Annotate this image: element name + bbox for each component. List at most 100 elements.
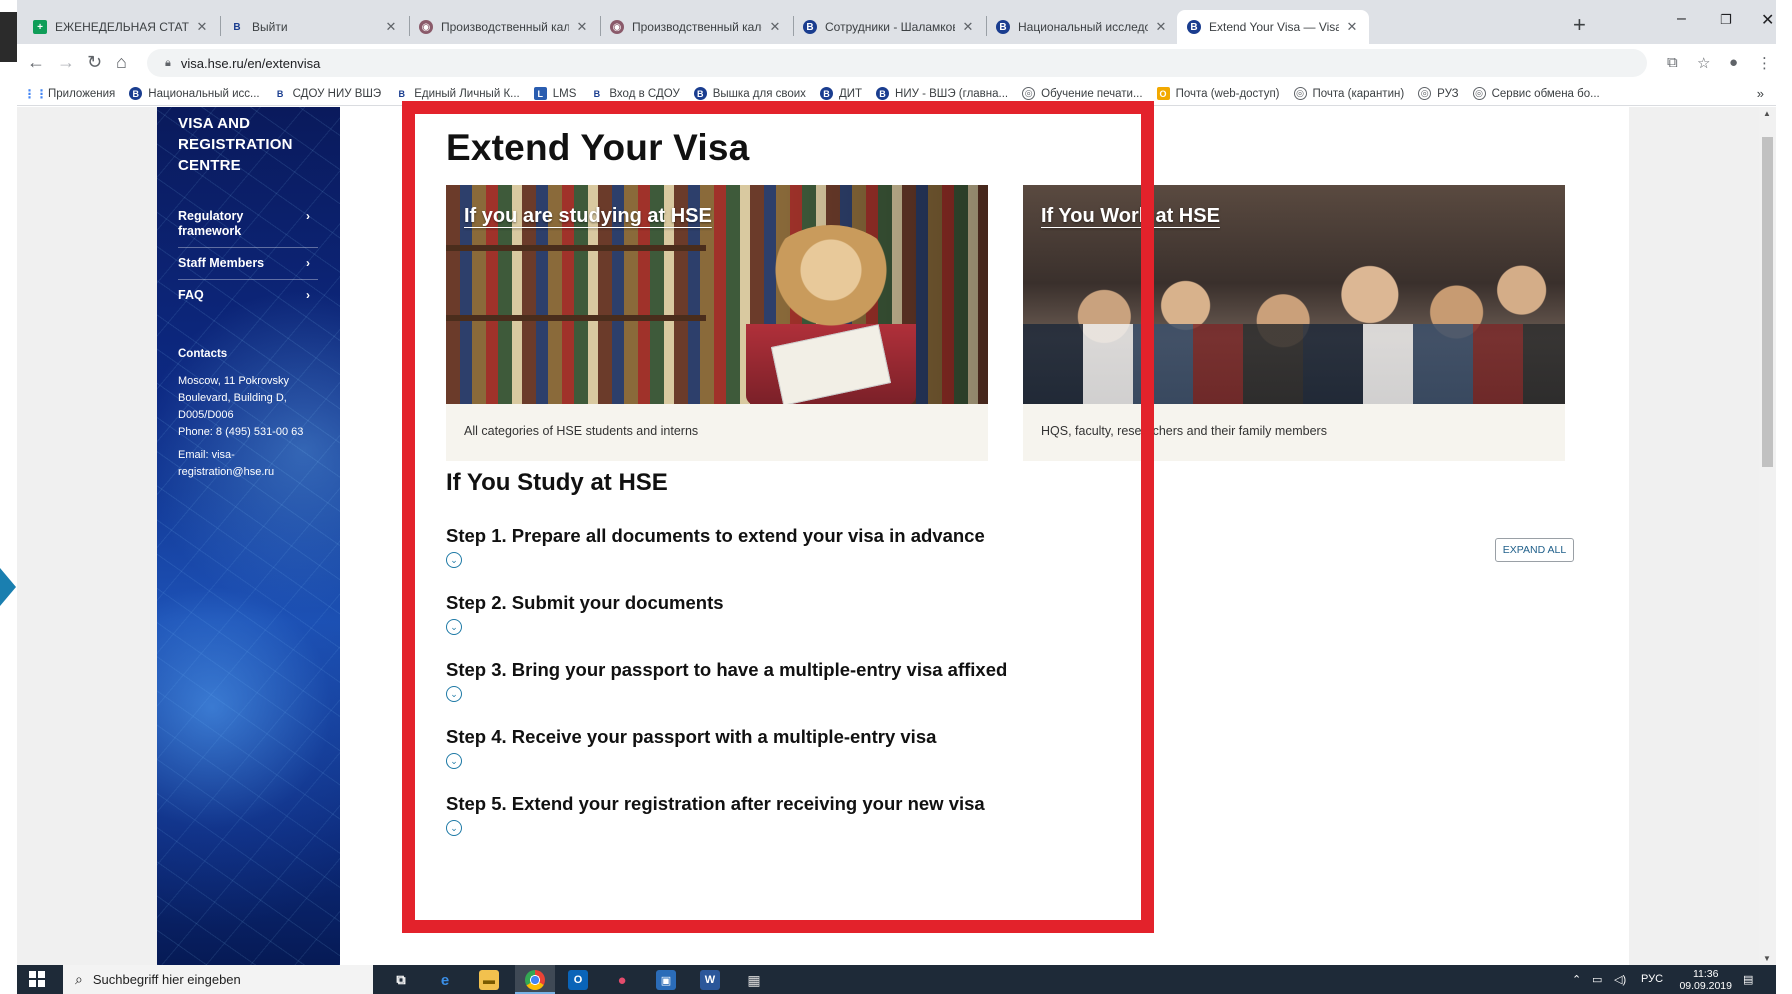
page-body: VISA AND REGISTRATION CENTRE Regulatory … (157, 107, 1629, 965)
clock[interactable]: 11:36 09.09.2019 (1679, 968, 1732, 992)
tab-extend-visa[interactable]: B Extend Your Visa — Visa and Reg ✕ (1177, 10, 1369, 44)
forward-icon[interactable]: → (57, 52, 75, 73)
bookmark-star-icon[interactable]: ☆ (1697, 54, 1710, 72)
chevron-right-icon: › (306, 256, 310, 270)
bookmark-item[interactable]: ◎ Почта (карантин) (1293, 87, 1404, 100)
step-title[interactable]: Step 5. Extend your registration after r… (446, 793, 985, 815)
translate-icon[interactable]: ⧉ (1667, 54, 1678, 71)
word-icon[interactable]: W (700, 970, 720, 990)
tab-research-university[interactable]: B Национальный исследовательский ✕ (986, 10, 1178, 44)
back-icon[interactable]: ← (27, 52, 45, 73)
step-title[interactable]: Step 2. Submit your documents (446, 592, 724, 614)
chevron-down-icon[interactable]: ⌄ (446, 820, 462, 836)
close-icon[interactable]: ✕ (384, 19, 398, 35)
file-explorer-icon[interactable]: ▬ (479, 970, 499, 990)
tray-chevron-icon[interactable]: ⌃ (1572, 973, 1581, 986)
bookmark-item[interactable]: B ДИТ (819, 87, 862, 100)
calculator-icon[interactable]: ▦ (744, 970, 764, 990)
shelf (446, 315, 706, 321)
page-scrollbar[interactable]: ▲ ▼ (1759, 107, 1776, 965)
close-icon[interactable]: ✕ (195, 19, 209, 35)
bookmark-item[interactable]: ◎ Обучение печати... (1022, 87, 1143, 100)
expand-all-button[interactable]: EXPAND ALL (1495, 538, 1574, 562)
bookmark-item[interactable]: B Вход в СДОУ (590, 87, 680, 100)
bookmarks-overflow-icon[interactable]: » (1757, 86, 1764, 101)
bookmark-item[interactable]: B Национальный исс... (129, 87, 260, 100)
card-studying[interactable]: If you are studying at HSE All categorie… (446, 185, 988, 461)
edge-icon[interactable]: e (435, 970, 455, 990)
bookmark-item[interactable]: O Почта (web-доступ) (1156, 87, 1280, 100)
step-title[interactable]: Step 4. Receive your passport with a mul… (446, 726, 936, 748)
tab-calendar-1[interactable]: ◉ Производственный календарь ✕ (409, 10, 599, 44)
scroll-up-icon[interactable]: ▲ (1763, 109, 1771, 118)
tab-calendar-2[interactable]: ◉ Производственный календарь ✕ (600, 10, 792, 44)
chevron-down-icon[interactable]: ⌄ (446, 619, 462, 635)
close-icon[interactable]: ✕ (1154, 19, 1168, 35)
bookmark-apps[interactable]: ⋮⋮ Приложения (24, 87, 116, 101)
maps-icon[interactable]: ● (612, 970, 632, 990)
scroll-thumb[interactable] (1762, 137, 1773, 467)
chevron-down-icon[interactable]: ⌄ (446, 753, 462, 769)
task-view-icon[interactable]: ⧉ (391, 970, 411, 990)
scroll-down-icon[interactable]: ▼ (1763, 954, 1771, 963)
volume-icon[interactable]: ◁) (1614, 973, 1626, 986)
close-icon[interactable]: ✕ (768, 19, 782, 35)
bookmark-item[interactable]: ◎ Сервис обмена бо... (1472, 87, 1600, 100)
close-icon[interactable]: ✕ (1345, 19, 1359, 35)
step-5: Step 5. Extend your registration after r… (446, 793, 985, 836)
mail-icon: O (1156, 87, 1170, 100)
bookmarks-bar: ⋮⋮ Приложения B Национальный исс... B СД… (17, 82, 1776, 106)
contacts-phone: Phone: 8 (495) 531-00 63 (178, 426, 304, 438)
network-icon[interactable]: ▭ (1592, 973, 1602, 986)
bookmark-item[interactable]: B СДОУ НИУ ВШЭ (274, 87, 381, 100)
notifications-icon[interactable]: ▤ (1743, 973, 1753, 986)
taskbar-search[interactable]: ⌕ Suchbegriff hier eingeben (63, 965, 373, 994)
menu-dots-icon[interactable]: ⋮ (1757, 54, 1772, 72)
bookmark-item[interactable]: L LMS (533, 87, 576, 100)
outlook-icon[interactable]: O (568, 970, 588, 990)
bookmark-item[interactable]: B Единый Личный К... (395, 87, 519, 100)
minimize-icon[interactable]: – (1677, 10, 1686, 28)
card-working[interactable]: If You Work at HSE HQS, faculty, researc… (1023, 185, 1565, 461)
step-title[interactable]: Step 3. Bring your passport to have a mu… (446, 659, 1007, 681)
site-title[interactable]: VISA AND REGISTRATION CENTRE (178, 113, 328, 176)
contacts-email[interactable]: Email: visa-registration@hse.ru (178, 447, 323, 481)
address-bar[interactable]: 🔒︎ visa.hse.ru/en/extenvisa (147, 49, 1647, 77)
sidebar-item-staff-members[interactable]: Staff Members › (178, 248, 318, 280)
close-icon[interactable]: ✕ (575, 19, 589, 35)
page-title: Extend Your Visa (446, 127, 750, 168)
slide-arrow-marker (0, 568, 16, 606)
search-icon: ⌕ (75, 971, 83, 987)
profile-icon[interactable]: ● (1729, 54, 1738, 71)
step-title[interactable]: Step 1. Prepare all documents to extend … (446, 525, 985, 547)
hse-icon: B (803, 20, 817, 34)
sidebar-item-regulatory-framework[interactable]: Regulatory framework › (178, 201, 318, 248)
tab-weekly-stats[interactable]: + ЕЖЕНЕДЕЛЬНАЯ СТАТИСТИКА ✕ (23, 10, 219, 44)
close-icon[interactable]: ✕ (961, 19, 975, 35)
bookmark-item[interactable]: ◎ РУЗ (1418, 87, 1459, 100)
chrome-icon[interactable] (525, 970, 545, 990)
hse-b-icon: B (593, 88, 601, 99)
close-window-icon[interactable]: ✕ (1761, 10, 1774, 30)
card-title[interactable]: If You Work at HSE (1041, 205, 1220, 228)
chevron-down-icon[interactable]: ⌄ (446, 552, 462, 568)
step-4: Step 4. Receive your passport with a mul… (446, 726, 936, 769)
bookmark-item[interactable]: B НИУ - ВШЭ (главна... (876, 87, 1008, 100)
tab-logout[interactable]: B Выйти ✕ (220, 10, 408, 44)
step-1: Step 1. Prepare all documents to extend … (446, 525, 985, 568)
sidebar-item-faq[interactable]: FAQ › (178, 280, 318, 311)
home-icon[interactable]: ⌂ (116, 52, 127, 73)
chevron-down-icon[interactable]: ⌄ (446, 686, 462, 702)
sidebar: VISA AND REGISTRATION CENTRE Regulatory … (157, 107, 340, 965)
bookmark-item[interactable]: B Вышка для своих (693, 87, 806, 100)
tab-staff[interactable]: B Сотрудники - Шаламков Сергей ✕ (793, 10, 985, 44)
card-title[interactable]: If you are studying at HSE (464, 205, 712, 228)
chevron-right-icon: › (306, 209, 310, 223)
new-tab-button[interactable]: + (1573, 12, 1586, 38)
windows-start-icon[interactable] (29, 971, 45, 987)
store-icon[interactable]: ▣ (656, 970, 676, 990)
sidebar-menu: Regulatory framework › Staff Members › F… (178, 201, 318, 311)
reload-icon[interactable]: ↻ (87, 52, 102, 73)
input-language[interactable]: РУС (1641, 973, 1663, 985)
restore-icon[interactable]: ❐ (1720, 12, 1732, 28)
